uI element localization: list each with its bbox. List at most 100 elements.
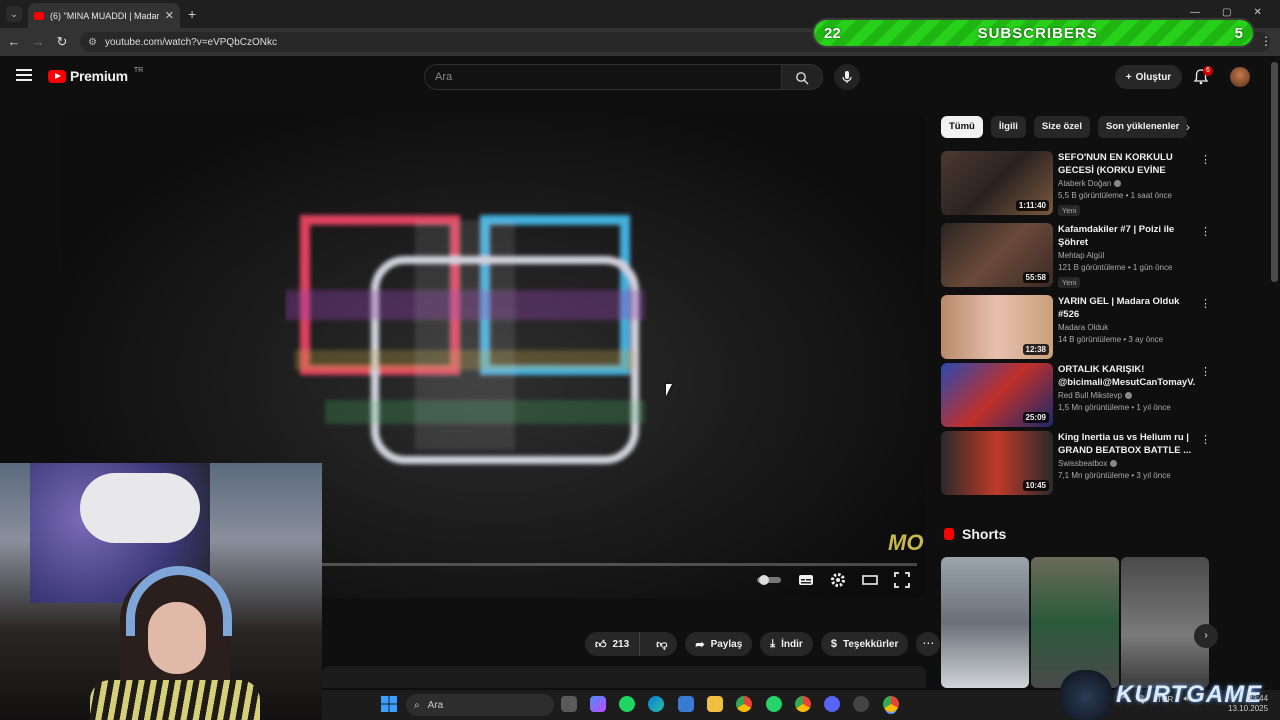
more-options-icon[interactable]: ⋮ (1200, 433, 1211, 446)
recommendation-item[interactable]: 10:45 King Inertia us vs Helium ru | GRA… (941, 431, 1211, 495)
tab-list-icon[interactable]: ⌄ (6, 6, 22, 22)
file-explorer-icon[interactable] (707, 696, 723, 712)
language-indicator[interactable]: TUR (1157, 695, 1173, 704)
browser-menu-icon[interactable]: ⋮ (1260, 34, 1272, 48)
streamer-shirt (90, 680, 260, 720)
close-tab-icon[interactable]: ✕ (165, 9, 174, 22)
steam-icon[interactable] (853, 696, 869, 712)
short-thumbnail[interactable] (1031, 557, 1119, 688)
chip-related[interactable]: İlgili (990, 116, 1026, 138)
video-thumbnail[interactable]: 1:11:40 (941, 151, 1053, 215)
minimize-icon[interactable]: — (1190, 7, 1200, 18)
chip-for-you[interactable]: Size özel (1033, 116, 1090, 138)
like-button[interactable]: 👍︎ 213 (585, 632, 641, 656)
whatsapp-icon[interactable] (766, 696, 782, 712)
channel-name[interactable]: Mehtap Algül (1058, 251, 1196, 260)
taskbar-search[interactable]: ⌕ Ara (406, 694, 554, 716)
hamburger-menu-icon[interactable] (16, 69, 32, 81)
notifications-button[interactable]: 6 (1193, 66, 1213, 85)
video-title[interactable]: King Inertia us vs Helium ru | GRAND BEA… (1058, 431, 1196, 457)
video-duration: 10:45 (1022, 480, 1049, 491)
discord-icon[interactable] (824, 696, 840, 712)
chrome-icon[interactable] (736, 696, 752, 712)
video-progress-bar[interactable] (322, 563, 917, 566)
taskbar-clock[interactable]: 23:44 13.10.2025 (1228, 694, 1268, 714)
volume-icon[interactable]: 🔊︎ (1183, 694, 1188, 704)
youtube-logo[interactable]: Premium TR (48, 67, 143, 84)
search-input[interactable]: Ara (424, 64, 782, 90)
autoplay-toggle-icon[interactable] (756, 572, 782, 588)
more-options-icon[interactable]: ⋮ (1200, 297, 1211, 310)
video-title[interactable]: YARIN GEL | Madara Olduk #526 (1058, 295, 1196, 321)
shorts-next-arrow-icon[interactable]: › (1194, 624, 1218, 648)
wolf-logo-icon (1060, 670, 1112, 720)
thanks-button[interactable]: $ Teşekkürler (820, 632, 909, 656)
video-thumbnail[interactable]: 25:09 (941, 363, 1053, 427)
thumbs-up-icon: 👍︎ (595, 638, 607, 651)
tray-chevron-icon[interactable]: ⌃ (1120, 695, 1127, 704)
subtitles-icon[interactable] (798, 572, 814, 588)
thanks-label: Teşekkürler (842, 638, 899, 650)
channel-name[interactable]: Ataberk Doğan (1058, 179, 1196, 188)
settings-gear-icon[interactable] (830, 572, 846, 588)
channel-watermark[interactable]: MO (888, 530, 923, 556)
create-button[interactable]: + Oluştur (1115, 65, 1182, 89)
edge-icon[interactable] (648, 696, 664, 712)
maximize-icon[interactable]: ▢ (1222, 7, 1231, 18)
recommendation-item[interactable]: 55:58 Kafamdakiler #7 | Poizi ile Şöhret… (941, 223, 1211, 288)
recommendation-item[interactable]: 12:38 YARIN GEL | Madara Olduk #526 Mada… (941, 295, 1211, 359)
fullscreen-icon[interactable] (894, 572, 910, 588)
chrome-profile-icon[interactable] (795, 696, 811, 712)
channel-name[interactable]: Red Bull Mikstevp (1058, 391, 1196, 400)
back-icon[interactable]: ← (6, 34, 22, 49)
video-thumbnail[interactable]: 12:38 (941, 295, 1053, 359)
spotify-icon[interactable] (619, 696, 635, 712)
studio-microphone (80, 473, 200, 543)
channel-name[interactable]: Madara Olduk (1058, 323, 1196, 332)
page-scrollbar[interactable] (1271, 62, 1278, 282)
recommendation-item[interactable]: 1:11:40 SEFO'NUN EN KORKULU GECESİ (KORK… (941, 151, 1211, 216)
avatar[interactable] (1230, 67, 1250, 87)
search-button[interactable] (781, 64, 823, 90)
more-options-icon[interactable]: ⋮ (1200, 225, 1211, 238)
task-view-icon[interactable] (561, 696, 577, 712)
description-box[interactable] (322, 666, 926, 688)
chevron-right-icon[interactable]: › (1186, 120, 1190, 134)
youtube-play-icon (48, 69, 66, 83)
share-button[interactable]: ➦ Paylaş (685, 632, 753, 656)
close-window-icon[interactable]: ✕ (1253, 7, 1261, 18)
new-tab-button[interactable]: + (188, 6, 196, 22)
video-title[interactable]: SEFO'NUN EN KORKULU GECESİ (KORKU EVİNE … (1058, 151, 1196, 177)
video-title[interactable]: Kafamdakiler #7 | Poizi ile Şöhret (1058, 223, 1196, 249)
new-badge: Yeni (1058, 205, 1081, 216)
more-actions-button[interactable]: ⋯ (916, 632, 941, 656)
channel-name[interactable]: Swissbeatbox (1058, 459, 1196, 468)
site-info-icon[interactable]: ⚙ (88, 37, 97, 48)
video-thumbnail[interactable]: 55:58 (941, 223, 1053, 287)
forward-icon[interactable]: → (30, 34, 46, 49)
search-icon: ⌕ (414, 699, 420, 711)
video-thumbnail[interactable]: 10:45 (941, 431, 1053, 495)
subscriber-label: SUBSCRIBERS (977, 24, 1098, 42)
more-options-icon[interactable]: ⋮ (1200, 365, 1211, 378)
dislike-button[interactable]: 👎︎ (646, 638, 677, 651)
store-icon[interactable] (678, 696, 694, 712)
shorts-icon (944, 528, 954, 540)
windows-start-icon[interactable] (381, 696, 397, 712)
reload-icon[interactable]: ↻ (54, 34, 70, 50)
mic-tray-icon[interactable]: 🎙︎ (1137, 695, 1147, 704)
chrome-active-icon[interactable] (883, 696, 899, 712)
video-title[interactable]: ORTALIK KARIŞIK! @bicimali@MesutCanTomay… (1058, 363, 1196, 389)
tab-title: (6) "MINA MUADDI | Madara O (50, 10, 159, 21)
download-button[interactable]: ⤓ İndir (760, 632, 813, 656)
chip-recent[interactable]: Son yüklenenler (1097, 116, 1188, 138)
voice-search-button[interactable] (834, 64, 860, 90)
copilot-icon[interactable] (590, 696, 606, 712)
more-options-icon[interactable]: ⋮ (1200, 153, 1211, 166)
short-thumbnail[interactable] (1121, 557, 1209, 688)
theater-mode-icon[interactable] (862, 572, 878, 588)
short-thumbnail[interactable] (941, 557, 1029, 688)
chip-all[interactable]: Tümü (941, 116, 983, 138)
browser-tab[interactable]: (6) "MINA MUADDI | Madara O ✕ (28, 3, 180, 28)
recommendation-item[interactable]: 25:09 ORTALIK KARIŞIK! @bicimali@MesutCa… (941, 363, 1211, 427)
